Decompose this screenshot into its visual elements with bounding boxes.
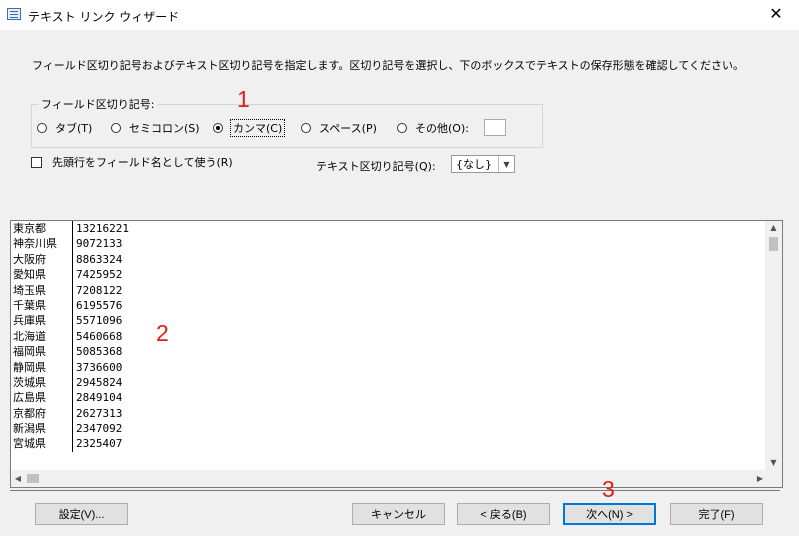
table-row: 東京都 13216221: [11, 221, 129, 237]
radio-semicolon-label: セミコロン(S): [129, 122, 200, 135]
table-row: 神奈川県 9072133: [11, 236, 129, 252]
annotation-1: 1: [237, 86, 250, 112]
cell-population: 3736600: [76, 360, 123, 374]
cell-prefecture: 兵庫県: [11, 313, 73, 329]
radio-comma-label: カンマ(C): [229, 119, 286, 137]
cell-prefecture: 宮城県: [11, 436, 73, 452]
preview-rows: 東京都 13216221 神奈川県 9072133 大阪府 8863324 愛知県 74…: [11, 221, 129, 452]
scroll-down-icon[interactable]: ▼: [765, 456, 782, 470]
radio-comma-circle[interactable]: [213, 123, 223, 133]
vertical-scrollbar[interactable]: ▲ ▼: [765, 221, 782, 470]
table-row: 宮城県 2325407: [11, 436, 129, 452]
text-qualifier-label: テキスト区切り記号(Q):: [316, 160, 436, 173]
text-qualifier-select[interactable]: {なし} ▼: [451, 155, 515, 173]
cancel-button[interactable]: キャンセル: [352, 503, 445, 525]
table-row: 茨城県 2945824: [11, 374, 129, 391]
settings-button[interactable]: 設定(V)...: [35, 503, 128, 525]
table-row: 大阪府 8863324: [11, 251, 129, 268]
first-row-checkbox-label: 先頭行をフィールド名として使う(R): [52, 156, 233, 169]
table-row: 静岡県 3736600: [11, 359, 129, 375]
table-row: 愛知県 7425952: [11, 267, 129, 283]
table-row: 京都府 2627313: [11, 405, 129, 422]
scrollbar-corner: [765, 470, 782, 487]
cell-prefecture: 新潟県: [11, 421, 73, 437]
next-button[interactable]: 次へ(N) >: [563, 503, 656, 525]
cell-prefecture: 広島県: [11, 390, 73, 406]
back-button[interactable]: < 戻る(B): [457, 503, 550, 525]
table-row: 埼玉県 7208122: [11, 282, 129, 298]
first-row-checkbox[interactable]: [31, 156, 42, 168]
cell-prefecture: 大阪府: [11, 251, 73, 268]
cell-prefecture: 静岡県: [11, 359, 73, 375]
table-row: 広島県 2849104: [11, 390, 129, 406]
cell-population: 13216221: [76, 222, 129, 235]
cell-population: 2945824: [76, 375, 123, 389]
radio-tab[interactable]: タブ(T): [37, 120, 92, 136]
window-title: テキスト リンク ウィザード: [28, 10, 180, 24]
cell-prefecture: 北海道: [11, 328, 73, 345]
wizard-app-icon: [7, 8, 21, 20]
table-row: 福岡県 5085368: [11, 344, 129, 360]
cell-prefecture: 東京都: [11, 221, 73, 237]
instruction-text: フィールド区切り記号およびテキスト区切り記号を指定します。区切り記号を選択し、下…: [32, 59, 745, 72]
text-qualifier-value: {なし}: [456, 158, 492, 171]
cell-prefecture: 愛知県: [11, 267, 73, 283]
data-preview-grid[interactable]: 東京都 13216221 神奈川県 9072133 大阪府 8863324 愛知県 74…: [10, 220, 783, 488]
table-row: 新潟県 2347092: [11, 421, 129, 437]
title-bar: テキスト リンク ウィザード ✕: [0, 0, 799, 30]
annotation-2: 2: [156, 320, 169, 346]
cell-prefecture: 神奈川県: [11, 236, 73, 252]
radio-comma[interactable]: カンマ(C): [213, 119, 286, 137]
cell-prefecture: 福岡県: [11, 344, 73, 360]
cell-population: 9072133: [76, 237, 123, 251]
cell-population: 5460668: [76, 329, 123, 343]
cell-population: 8863324: [76, 252, 123, 266]
radio-semicolon[interactable]: セミコロン(S): [111, 120, 200, 136]
annotation-3: 3: [602, 476, 615, 502]
cell-population: 7425952: [76, 268, 123, 282]
table-row: 千葉県 6195576: [11, 297, 129, 314]
delimiter-group-label: フィールド区切り記号:: [38, 96, 158, 112]
radio-semicolon-circle[interactable]: [111, 123, 121, 133]
scroll-up-icon[interactable]: ▲: [765, 221, 782, 235]
finish-button[interactable]: 完了(F): [670, 503, 763, 525]
wizard-body: フィールド区切り記号およびテキスト区切り記号を指定します。区切り記号を選択し、下…: [0, 30, 799, 536]
vertical-scroll-thumb[interactable]: [769, 237, 778, 251]
cell-population: 2325407: [76, 437, 123, 451]
cell-prefecture: 京都府: [11, 405, 73, 422]
table-row: 兵庫県 5571096: [11, 313, 129, 329]
radio-tab-circle[interactable]: [37, 123, 47, 133]
cell-prefecture: 埼玉県: [11, 282, 73, 298]
cell-population: 5571096: [76, 314, 123, 328]
horizontal-scrollbar[interactable]: ◀ ▶: [11, 470, 767, 487]
cell-population: 2347092: [76, 422, 123, 436]
cell-population: 2849104: [76, 391, 123, 405]
cell-prefecture: 千葉県: [11, 297, 73, 314]
chevron-down-icon[interactable]: ▼: [498, 156, 514, 172]
other-delimiter-input[interactable]: [484, 119, 506, 136]
cell-population: 7208122: [76, 283, 123, 297]
cell-population: 6195576: [76, 298, 123, 312]
horizontal-scroll-thumb[interactable]: [27, 474, 39, 483]
scroll-left-icon[interactable]: ◀: [11, 470, 25, 487]
cell-population: 2627313: [76, 406, 123, 420]
radio-space-circle[interactable]: [301, 123, 311, 133]
table-row: 北海道 5460668: [11, 328, 129, 345]
radio-tab-label: タブ(T): [55, 122, 93, 135]
radio-space-label: スペース(P): [319, 122, 377, 135]
footer-separator: [10, 490, 780, 491]
radio-other[interactable]: その他(O):: [397, 120, 469, 136]
cell-population: 5085368: [76, 345, 123, 359]
cell-prefecture: 茨城県: [11, 374, 73, 391]
first-row-field-names-option[interactable]: 先頭行をフィールド名として使う(R): [31, 154, 233, 170]
radio-space[interactable]: スペース(P): [301, 120, 377, 136]
radio-other-circle[interactable]: [397, 123, 407, 133]
radio-other-label: その他(O):: [415, 122, 469, 135]
close-icon[interactable]: ✕: [761, 3, 791, 25]
